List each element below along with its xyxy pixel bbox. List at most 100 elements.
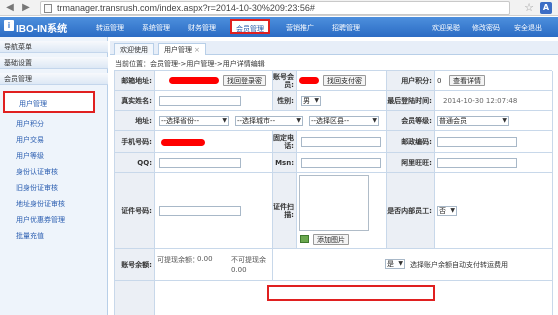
sidebar-item-transactions[interactable]: 用户交易 <box>16 135 44 145</box>
app-header: i IBO-IN系统 转运管理 系统管理 财务管理 会员管理 营销推广 招聘管理 … <box>0 17 558 37</box>
page-icon <box>44 4 52 13</box>
usable-balance-label: 可提现余额： <box>157 256 199 264</box>
sidebar-item-points[interactable]: 用户积分 <box>16 119 44 129</box>
close-icon[interactable]: × <box>194 46 200 54</box>
is-staff-select[interactable]: 否 ▼ <box>437 206 457 216</box>
account-label: 账号会员: <box>273 71 297 91</box>
logout-link[interactable]: 安全退出 <box>514 23 542 33</box>
msn-label: Msn: <box>273 153 297 173</box>
extension-icon[interactable]: A <box>540 2 552 14</box>
level-value-cell: 普通会员 ▼ <box>435 111 553 131</box>
redacted-phone <box>161 139 205 146</box>
tab-welcome[interactable]: 欢迎使用 <box>114 43 154 55</box>
qq-value-cell <box>155 153 273 173</box>
tab-user-management[interactable]: 用户管理 × <box>158 43 206 55</box>
district-selected: --选择区县-- <box>311 117 350 125</box>
top-nav-recruit[interactable]: 招聘管理 <box>332 23 360 33</box>
tab-bar: 欢迎使用 用户管理 × <box>110 41 558 55</box>
aliwangwang-label: 阿里旺旺: <box>387 153 435 173</box>
next-row-label <box>115 281 155 315</box>
id-number-value-cell <box>155 173 273 249</box>
top-nav-member[interactable]: 会员管理 <box>230 19 270 34</box>
chevron-down-icon: ▼ <box>296 117 301 124</box>
sidebar-item-old-id-review[interactable]: 旧身份证审核 <box>16 183 58 193</box>
forward-arrow-icon[interactable]: ▶ <box>20 2 32 14</box>
id-number-label: 证件号码: <box>115 173 155 249</box>
sidebar-section-member[interactable]: 会员管理 <box>0 73 108 85</box>
sidebar: 导航菜单 基础设置 会员管理 用户管理 用户积分 用户交易 用户等级 身份认证审… <box>0 37 108 315</box>
balance-value-cell: 可提现余额： 0.00 不可提现余 0.00 <box>155 249 273 281</box>
logo-mark-icon: i <box>4 20 14 31</box>
bookmark-star-icon[interactable]: ☆ <box>524 1 534 14</box>
user-detail-form: 邮箱地址: 找回登录密 账号会员: 找回支付密 用户积分: 0 查看详情 真实姓… <box>114 70 553 315</box>
qq-input[interactable] <box>159 158 241 168</box>
app-logo: i IBO-IN系统 <box>4 20 67 35</box>
realname-input[interactable] <box>159 96 241 106</box>
top-nav-transit[interactable]: 转运管理 <box>96 23 124 33</box>
chevron-down-icon: ▼ <box>372 117 377 124</box>
province-select[interactable]: --选择省份-- ▼ <box>159 116 229 126</box>
view-details-button[interactable]: 查看详情 <box>449 75 485 86</box>
tel-input[interactable] <box>301 137 381 147</box>
sidebar-section-basic[interactable]: 基础设置 <box>0 57 108 69</box>
district-select[interactable]: --选择区县-- ▼ <box>309 116 379 126</box>
auto-pay-cell: 是 ▼ 选择账户余额自动支付转运费用 <box>273 249 553 281</box>
points-value: 0 <box>437 77 442 85</box>
find-pay-password-button[interactable]: 找回支付密 <box>323 75 366 86</box>
zip-input[interactable] <box>437 137 517 147</box>
sidebar-item-levels[interactable]: 用户等级 <box>16 151 44 161</box>
realname-label: 真实姓名: <box>115 91 155 111</box>
image-icon <box>300 235 309 243</box>
gender-select[interactable]: 男 ▼ <box>301 96 321 106</box>
tel-value-cell <box>297 131 387 153</box>
auto-pay-select[interactable]: 是 ▼ <box>385 259 405 269</box>
zip-value-cell <box>435 131 553 153</box>
email-value-cell: 找回登录密 <box>155 71 273 91</box>
address-bar[interactable]: trmanager.transrush.com/index.aspx?r=201… <box>40 1 510 15</box>
last-login-label: 最后登陆时间: <box>387 91 435 111</box>
zip-label: 邮政编码: <box>387 131 435 153</box>
sidebar-item-user-management[interactable]: 用户管理 <box>3 91 95 113</box>
gender-selected: 男 <box>303 97 310 105</box>
auto-pay-highlight <box>267 285 435 301</box>
top-nav-system[interactable]: 系统管理 <box>142 23 170 33</box>
gender-label: 性别: <box>273 91 297 111</box>
app-logo-text: IBO-IN系统 <box>16 24 68 35</box>
last-login-value: 2014-10-30 12:07:48 <box>443 97 518 105</box>
city-select[interactable]: --选择城市-- ▼ <box>235 116 303 126</box>
id-number-input[interactable] <box>159 206 241 216</box>
sidebar-item-bulk-recharge[interactable]: 批量充值 <box>16 231 44 241</box>
is-staff-selected: 否 <box>439 207 446 215</box>
sidebar-item-coupons[interactable]: 用户优惠券管理 <box>16 215 65 225</box>
top-nav-finance[interactable]: 财务管理 <box>188 23 216 33</box>
sidebar-title: 导航菜单 <box>0 41 108 53</box>
chevron-down-icon: ▼ <box>450 207 455 214</box>
sidebar-item-address-id-review[interactable]: 地址身份证审核 <box>16 199 65 209</box>
account-value-cell: 找回支付密 <box>297 71 387 91</box>
tab-label: 欢迎使用 <box>120 46 148 54</box>
level-selected: 普通会员 <box>439 117 467 125</box>
sidebar-item-id-review[interactable]: 身份认证审核 <box>16 167 58 177</box>
redacted-email <box>169 77 219 84</box>
back-arrow-icon[interactable]: ◀ <box>4 2 16 14</box>
level-select[interactable]: 普通会员 ▼ <box>437 116 509 126</box>
url-text[interactable]: trmanager.transrush.com/index.aspx?r=201… <box>57 3 315 13</box>
realname-value-cell <box>155 91 273 111</box>
account-balance-label: 账号余额: <box>115 249 155 281</box>
qq-label: QQ: <box>115 153 155 173</box>
change-password-link[interactable]: 修改密码 <box>472 23 500 33</box>
sidebar-item-label: 用户管理 <box>19 100 47 108</box>
msn-input[interactable] <box>301 158 381 168</box>
add-image-button[interactable]: 添加图片 <box>313 234 349 245</box>
redacted-account <box>299 77 319 84</box>
aliwangwang-input[interactable] <box>437 158 517 168</box>
auto-pay-description: 选择账户余额自动支付转运费用 <box>410 261 508 269</box>
phone-label: 手机号码: <box>115 131 155 153</box>
level-label: 会员等级: <box>387 111 435 131</box>
is-staff-label: 是否内部员工: <box>387 173 435 249</box>
browser-toolbar: ◀ ▶ trmanager.transrush.com/index.aspx?r… <box>0 0 558 16</box>
top-nav-marketing[interactable]: 营销推广 <box>286 23 314 33</box>
welcome-text: 欢迎吴聪 <box>432 24 460 32</box>
find-login-password-button[interactable]: 找回登录密 <box>223 75 266 86</box>
email-label: 邮箱地址: <box>115 71 155 91</box>
